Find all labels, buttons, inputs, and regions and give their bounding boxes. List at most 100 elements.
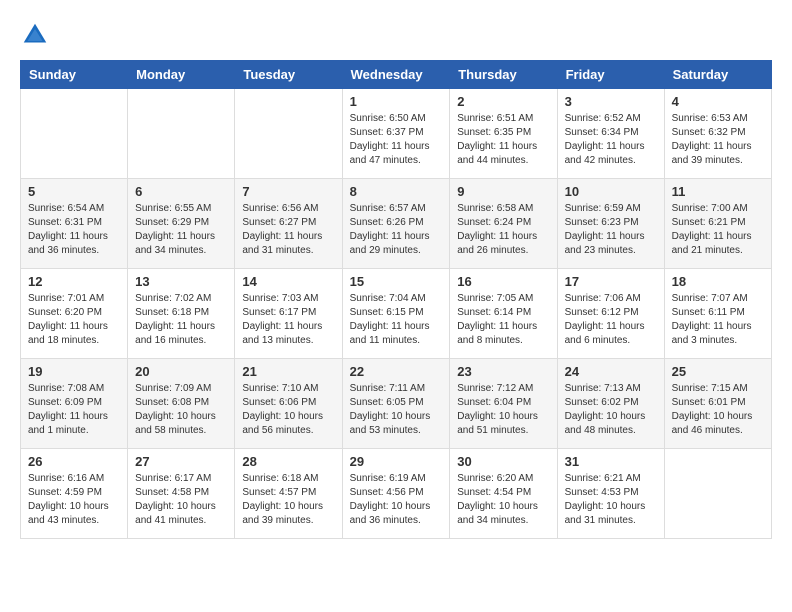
calendar-week-row: 19 Sunrise: 7:08 AM Sunset: 6:09 PM Dayli… <box>21 359 772 449</box>
calendar-week-row: 5 Sunrise: 6:54 AM Sunset: 6:31 PM Daylig… <box>21 179 772 269</box>
day-info: Sunrise: 6:17 AM Sunset: 4:58 PM Dayligh… <box>135 472 227 528</box>
day-info: Sunrise: 7:06 AM Sunset: 6:12 PM Dayligh… <box>565 292 657 348</box>
logo <box>20 20 54 50</box>
calendar-cell: 15 Sunrise: 7:04 AM Sunset: 6:15 PM Dayli… <box>342 269 450 359</box>
page-header <box>20 20 772 50</box>
day-info: Sunrise: 6:58 AM Sunset: 6:24 PM Dayligh… <box>457 202 549 258</box>
day-number: 11 <box>672 184 764 199</box>
day-number: 22 <box>350 364 443 379</box>
day-number: 12 <box>28 274 120 289</box>
day-info: Sunrise: 6:21 AM Sunset: 4:53 PM Dayligh… <box>565 472 657 528</box>
calendar-header-saturday: Saturday <box>664 61 771 89</box>
calendar-cell: 19 Sunrise: 7:08 AM Sunset: 6:09 PM Dayli… <box>21 359 128 449</box>
calendar-cell: 6Sunrise: 6:55 AM Sunset: 6:29 PM Daylig… <box>128 179 235 269</box>
day-info: Sunrise: 7:11 AM Sunset: 6:05 PM Dayligh… <box>350 382 443 438</box>
day-info: Sunrise: 6:52 AM Sunset: 6:34 PM Dayligh… <box>565 112 657 168</box>
calendar-header-monday: Monday <box>128 61 235 89</box>
day-number: 7 <box>242 184 334 199</box>
day-number: 21 <box>242 364 334 379</box>
day-info: Sunrise: 7:09 AM Sunset: 6:08 PM Dayligh… <box>135 382 227 438</box>
day-info: Sunrise: 7:04 AM Sunset: 6:15 PM Dayligh… <box>350 292 443 348</box>
calendar-header-thursday: Thursday <box>450 61 557 89</box>
day-number: 15 <box>350 274 443 289</box>
day-info: Sunrise: 6:16 AM Sunset: 4:59 PM Dayligh… <box>28 472 120 528</box>
calendar-cell <box>21 89 128 179</box>
day-number: 8 <box>350 184 443 199</box>
day-number: 5 <box>28 184 120 199</box>
calendar-week-row: 1 Sunrise: 6:50 AM Sunset: 6:37 PM Daylig… <box>21 89 772 179</box>
day-info: Sunrise: 6:57 AM Sunset: 6:26 PM Dayligh… <box>350 202 443 258</box>
calendar-cell <box>235 89 342 179</box>
calendar-cell: 30 Sunrise: 6:20 AM Sunset: 4:54 PM Dayli… <box>450 449 557 539</box>
calendar-cell: 28 Sunrise: 6:18 AM Sunset: 4:57 PM Dayli… <box>235 449 342 539</box>
day-info: Sunrise: 7:07 AM Sunset: 6:11 PM Dayligh… <box>672 292 764 348</box>
calendar-cell: 14 Sunrise: 7:03 AM Sunset: 6:17 PM Dayli… <box>235 269 342 359</box>
day-number: 23 <box>457 364 549 379</box>
day-number: 17 <box>565 274 657 289</box>
calendar-week-row: 12Sunrise: 7:01 AM Sunset: 6:20 PM Dayli… <box>21 269 772 359</box>
day-info: Sunrise: 6:18 AM Sunset: 4:57 PM Dayligh… <box>242 472 334 528</box>
calendar-cell: 4 Sunrise: 6:53 AM Sunset: 6:32 PM Daylig… <box>664 89 771 179</box>
calendar-cell: 5 Sunrise: 6:54 AM Sunset: 6:31 PM Daylig… <box>21 179 128 269</box>
day-number: 3 <box>565 94 657 109</box>
day-number: 18 <box>672 274 764 289</box>
calendar-cell: 21 Sunrise: 7:10 AM Sunset: 6:06 PM Dayli… <box>235 359 342 449</box>
day-info: Sunrise: 6:54 AM Sunset: 6:31 PM Dayligh… <box>28 202 120 258</box>
calendar-cell: 12Sunrise: 7:01 AM Sunset: 6:20 PM Dayli… <box>21 269 128 359</box>
day-info: Sunrise: 7:00 AM Sunset: 6:21 PM Dayligh… <box>672 202 764 258</box>
day-info: Sunrise: 6:50 AM Sunset: 6:37 PM Dayligh… <box>350 112 443 168</box>
calendar-cell: 16Sunrise: 7:05 AM Sunset: 6:14 PM Dayli… <box>450 269 557 359</box>
day-number: 14 <box>242 274 334 289</box>
day-number: 31 <box>565 454 657 469</box>
calendar-header-friday: Friday <box>557 61 664 89</box>
day-info: Sunrise: 7:05 AM Sunset: 6:14 PM Dayligh… <box>457 292 549 348</box>
calendar-header-row: SundayMondayTuesdayWednesdayThursdayFrid… <box>21 61 772 89</box>
day-number: 1 <box>350 94 443 109</box>
day-info: Sunrise: 7:15 AM Sunset: 6:01 PM Dayligh… <box>672 382 764 438</box>
day-info: Sunrise: 6:55 AM Sunset: 6:29 PM Dayligh… <box>135 202 227 258</box>
day-info: Sunrise: 7:13 AM Sunset: 6:02 PM Dayligh… <box>565 382 657 438</box>
day-number: 30 <box>457 454 549 469</box>
day-info: Sunrise: 6:53 AM Sunset: 6:32 PM Dayligh… <box>672 112 764 168</box>
calendar-cell: 9Sunrise: 6:58 AM Sunset: 6:24 PM Daylig… <box>450 179 557 269</box>
calendar-cell: 31 Sunrise: 6:21 AM Sunset: 4:53 PM Dayli… <box>557 449 664 539</box>
calendar-cell: 3 Sunrise: 6:52 AM Sunset: 6:34 PM Daylig… <box>557 89 664 179</box>
day-number: 13 <box>135 274 227 289</box>
day-number: 19 <box>28 364 120 379</box>
day-number: 20 <box>135 364 227 379</box>
day-info: Sunrise: 7:02 AM Sunset: 6:18 PM Dayligh… <box>135 292 227 348</box>
calendar-cell: 24 Sunrise: 7:13 AM Sunset: 6:02 PM Dayli… <box>557 359 664 449</box>
day-info: Sunrise: 6:19 AM Sunset: 4:56 PM Dayligh… <box>350 472 443 528</box>
calendar-cell <box>128 89 235 179</box>
calendar-cell: 10Sunrise: 6:59 AM Sunset: 6:23 PM Dayli… <box>557 179 664 269</box>
calendar-cell: 22 Sunrise: 7:11 AM Sunset: 6:05 PM Dayli… <box>342 359 450 449</box>
calendar-cell: 25 Sunrise: 7:15 AM Sunset: 6:01 PM Dayli… <box>664 359 771 449</box>
calendar-header-tuesday: Tuesday <box>235 61 342 89</box>
calendar-cell: 18 Sunrise: 7:07 AM Sunset: 6:11 PM Dayli… <box>664 269 771 359</box>
calendar-cell: 27Sunrise: 6:17 AM Sunset: 4:58 PM Dayli… <box>128 449 235 539</box>
calendar-cell: 1 Sunrise: 6:50 AM Sunset: 6:37 PM Daylig… <box>342 89 450 179</box>
calendar-cell: 8 Sunrise: 6:57 AM Sunset: 6:26 PM Daylig… <box>342 179 450 269</box>
calendar-week-row: 26Sunrise: 6:16 AM Sunset: 4:59 PM Dayli… <box>21 449 772 539</box>
day-number: 29 <box>350 454 443 469</box>
day-number: 25 <box>672 364 764 379</box>
calendar-header-wednesday: Wednesday <box>342 61 450 89</box>
calendar-cell: 13 Sunrise: 7:02 AM Sunset: 6:18 PM Dayli… <box>128 269 235 359</box>
day-info: Sunrise: 7:08 AM Sunset: 6:09 PM Dayligh… <box>28 382 120 438</box>
calendar-cell: 26Sunrise: 6:16 AM Sunset: 4:59 PM Dayli… <box>21 449 128 539</box>
day-info: Sunrise: 6:56 AM Sunset: 6:27 PM Dayligh… <box>242 202 334 258</box>
day-info: Sunrise: 6:20 AM Sunset: 4:54 PM Dayligh… <box>457 472 549 528</box>
day-number: 4 <box>672 94 764 109</box>
day-info: Sunrise: 7:12 AM Sunset: 6:04 PM Dayligh… <box>457 382 549 438</box>
day-info: Sunrise: 6:59 AM Sunset: 6:23 PM Dayligh… <box>565 202 657 258</box>
calendar-cell: 2Sunrise: 6:51 AM Sunset: 6:35 PM Daylig… <box>450 89 557 179</box>
day-number: 24 <box>565 364 657 379</box>
calendar-cell: 23 Sunrise: 7:12 AM Sunset: 6:04 PM Dayli… <box>450 359 557 449</box>
day-info: Sunrise: 7:10 AM Sunset: 6:06 PM Dayligh… <box>242 382 334 438</box>
calendar: SundayMondayTuesdayWednesdayThursdayFrid… <box>20 60 772 539</box>
calendar-cell: 29 Sunrise: 6:19 AM Sunset: 4:56 PM Dayli… <box>342 449 450 539</box>
day-info: Sunrise: 7:03 AM Sunset: 6:17 PM Dayligh… <box>242 292 334 348</box>
day-info: Sunrise: 6:51 AM Sunset: 6:35 PM Dayligh… <box>457 112 549 168</box>
day-number: 28 <box>242 454 334 469</box>
calendar-cell <box>664 449 771 539</box>
